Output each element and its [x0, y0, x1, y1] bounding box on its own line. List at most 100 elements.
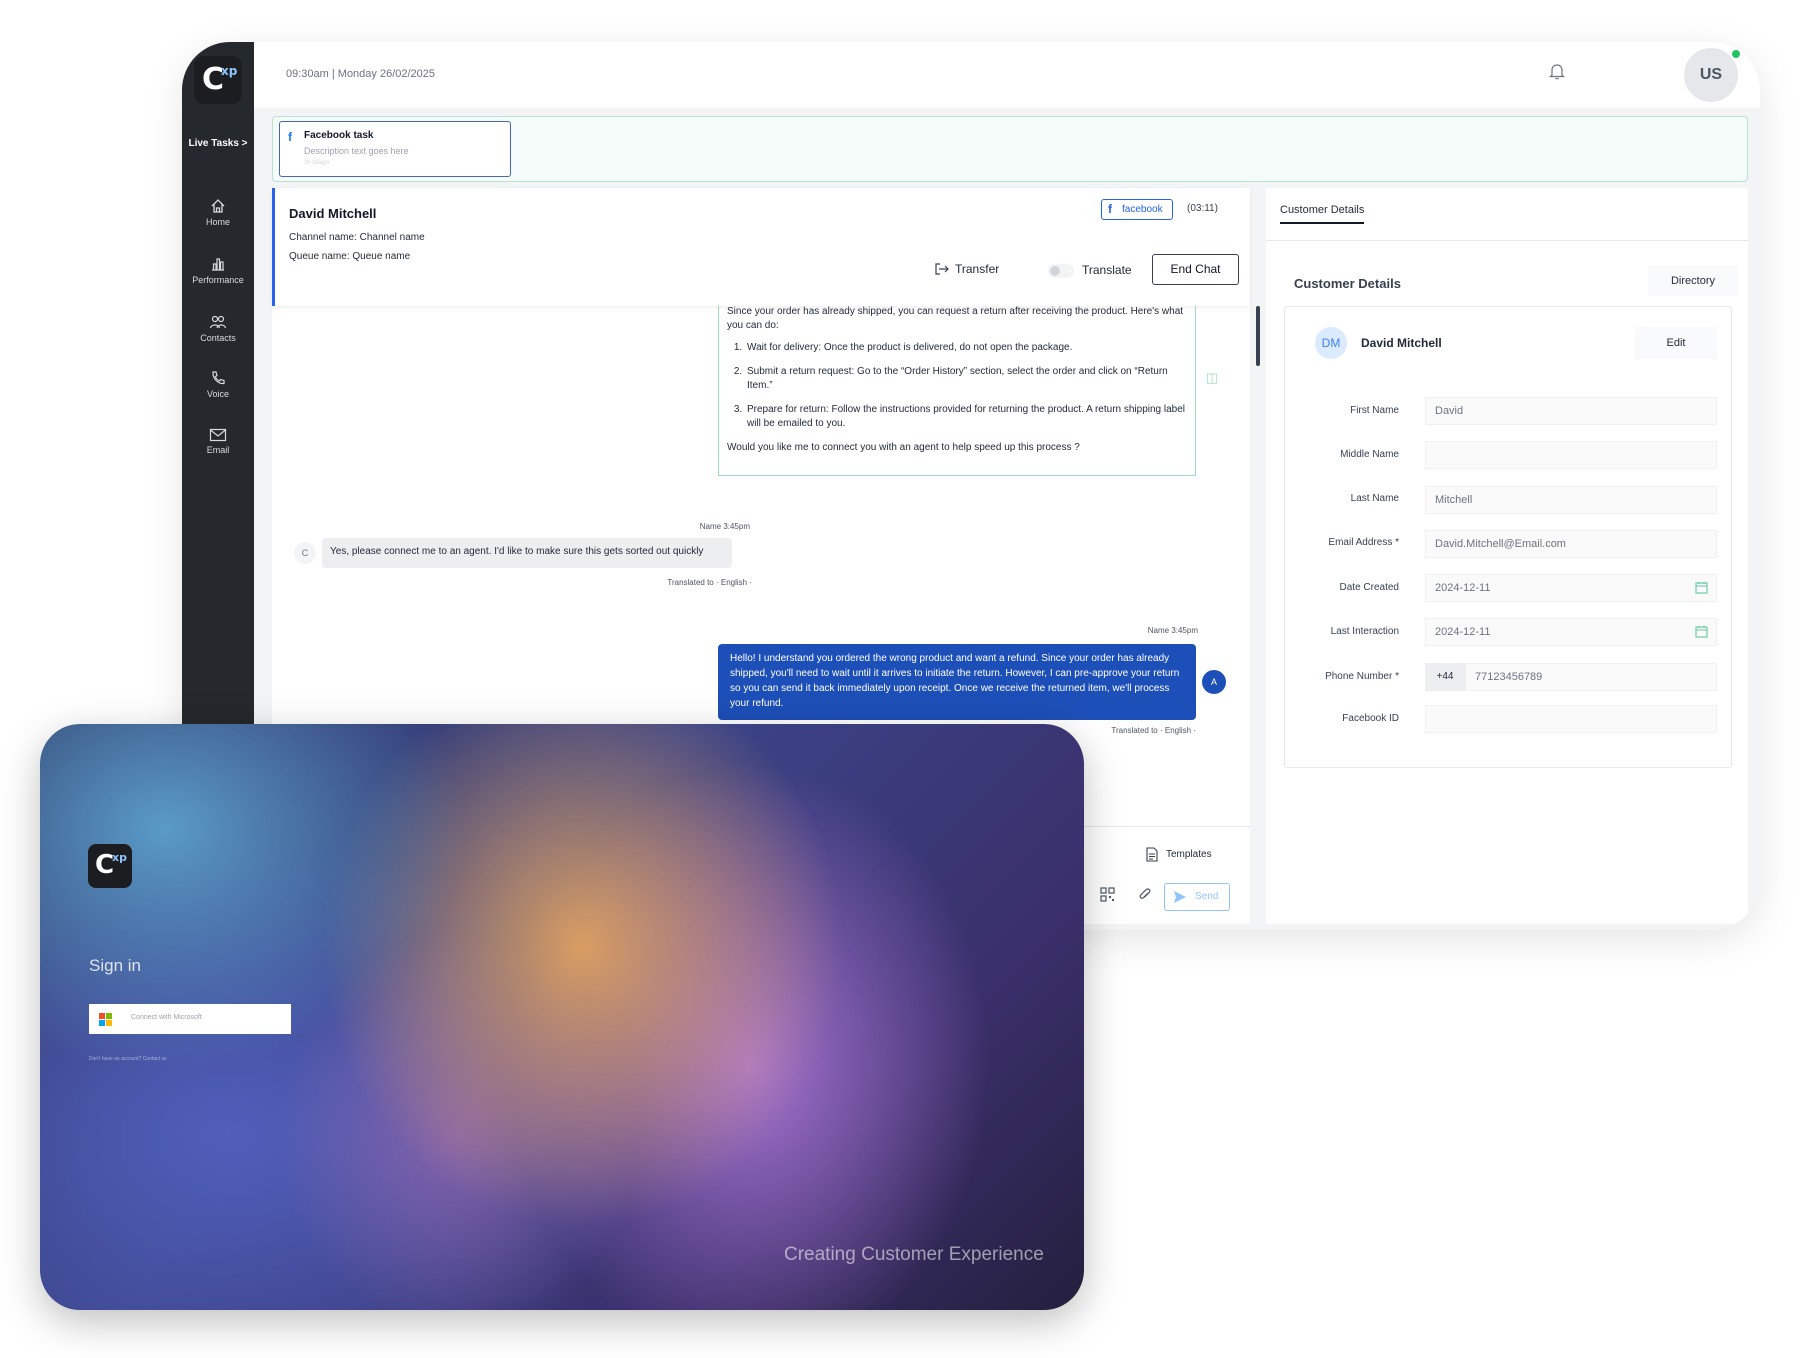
sidebar-item-voice[interactable]: Voice: [182, 370, 254, 399]
queue-name: Queue name: Queue name: [289, 251, 411, 262]
templates-button[interactable]: Templates: [1146, 847, 1212, 862]
bot-intro: Since your order has already shipped, yo…: [727, 306, 1184, 331]
country-code-select[interactable]: +44: [1425, 663, 1465, 691]
agent-message: Hello! I understand you ordered the wron…: [718, 644, 1196, 720]
date-created-field[interactable]: 2024-12-11: [1425, 574, 1717, 602]
chat-timer: (03:11): [1187, 203, 1218, 214]
end-chat-button[interactable]: End Chat: [1152, 254, 1239, 285]
sidebar-item-contacts[interactable]: Contacts: [182, 314, 254, 343]
edit-button[interactable]: Edit: [1635, 327, 1717, 359]
bot-step: Prepare for return: Follow the instructi…: [745, 403, 1187, 431]
section-title: Customer Details: [1294, 276, 1401, 291]
phone-label: Phone Number *: [1325, 671, 1399, 682]
bot-step: Wait for delivery: Once the product is d…: [745, 341, 1187, 355]
transfer-label: Transfer: [955, 262, 1000, 276]
translate-toggle[interactable]: [1048, 264, 1074, 278]
task-description: Description text goes here: [304, 146, 409, 156]
last-name-label: Last Name: [1350, 493, 1399, 504]
bot-steps: Wait for delivery: Once the product is d…: [745, 341, 1187, 431]
mail-icon: [209, 428, 227, 442]
microsoft-button-label: Connect with Microsoft: [131, 1014, 202, 1021]
customer-card-name: David Mitchell: [1361, 336, 1442, 350]
home-icon: [211, 199, 225, 213]
customer-translation-note: Translated to · English ·: [667, 578, 752, 587]
task-card[interactable]: f Facebook task Description text goes he…: [279, 121, 511, 177]
bot-outro: Would you like me to connect you with an…: [727, 442, 1080, 453]
send-icon: [1174, 891, 1186, 903]
send-label: Send: [1195, 891, 1219, 902]
live-tasks-link[interactable]: Live Tasks >: [182, 138, 254, 149]
cxp-logo: Cxp: [88, 844, 132, 888]
directory-button[interactable]: Directory: [1648, 266, 1738, 296]
channel-badge: f facebook: [1101, 199, 1173, 220]
bot-step: Submit a return request: Go to the “Orde…: [745, 365, 1187, 393]
qr-code-icon[interactable]: [1100, 887, 1115, 902]
microsoft-sign-in-button[interactable]: Connect with Microsoft: [89, 1004, 291, 1034]
customer-message: Yes, please connect me to an agent. I'd …: [322, 538, 732, 568]
first-name-label: First Name: [1350, 405, 1399, 416]
facebook-id-field[interactable]: [1425, 705, 1717, 733]
tab-divider: [1266, 240, 1748, 241]
cxp-logo[interactable]: Cxp: [194, 56, 242, 104]
calendar-icon[interactable]: [1695, 625, 1708, 638]
channel-name: Channel name: Channel name: [289, 232, 425, 243]
sidebar-item-home[interactable]: Home: [182, 198, 254, 227]
phone-icon: [212, 371, 225, 385]
tagline: Creating Customer Experience: [784, 1244, 1044, 1265]
current-datetime: 09:30am | Monday 26/02/2025: [286, 68, 436, 80]
customer-avatar: C: [294, 542, 316, 564]
sidebar-item-label: Performance: [192, 275, 244, 285]
bar-chart-icon: [212, 258, 224, 271]
calendar-icon[interactable]: [1695, 581, 1708, 594]
last-name-field[interactable]: Mitchell: [1425, 486, 1717, 514]
last-interaction-field[interactable]: 2024-12-11: [1425, 618, 1717, 646]
tab-customer-details[interactable]: Customer Details: [1280, 204, 1365, 224]
bot-message: Since your order has already shipped, yo…: [718, 306, 1196, 476]
phone-field[interactable]: 77123456789: [1465, 663, 1717, 691]
channel-badge-label: facebook: [1122, 204, 1163, 215]
document-icon: [1146, 847, 1158, 862]
send-button[interactable]: Send: [1164, 883, 1230, 911]
transfer-button[interactable]: Transfer: [935, 262, 1000, 276]
agent-avatar: A: [1202, 670, 1226, 694]
middle-name-label: Middle Name: [1340, 449, 1399, 460]
task-title: Facebook task: [304, 130, 374, 141]
paperclip-icon[interactable]: [1138, 887, 1152, 902]
date-created-value: 2024-12-11: [1435, 582, 1491, 594]
email-label: Email Address *: [1328, 537, 1399, 548]
customer-message-meta: Name 3:45pm: [699, 522, 750, 531]
chat-scrollbar[interactable]: [1256, 306, 1260, 366]
templates-label: Templates: [1166, 849, 1212, 860]
email-field[interactable]: David.Mitchell@Email.com: [1425, 530, 1717, 558]
transfer-icon: [935, 263, 949, 275]
customer-card: DM David Mitchell Edit First Name David …: [1284, 306, 1732, 768]
task-elapsed: 3h 00ago: [304, 160, 330, 166]
sidebar-item-label: Voice: [206, 389, 230, 399]
translate-label: Translate: [1082, 263, 1132, 277]
middle-name-field[interactable]: [1425, 441, 1717, 469]
top-bar: 09:30am | Monday 26/02/2025 US: [254, 42, 1760, 108]
date-created-label: Date Created: [1339, 582, 1399, 593]
facebook-id-label: Facebook ID: [1342, 713, 1399, 724]
last-interaction-value: 2024-12-11: [1435, 626, 1491, 638]
customer-avatar: DM: [1315, 327, 1347, 359]
customer-name: David Mitchell: [289, 206, 377, 221]
facebook-icon: f: [1108, 202, 1112, 216]
facebook-icon: f: [288, 130, 292, 144]
last-interaction-label: Last Interaction: [1330, 626, 1399, 637]
online-status-dot: [1730, 48, 1742, 60]
sidebar-item-label: Home: [205, 217, 230, 227]
live-task-bar: f Facebook task Description text goes he…: [272, 116, 1748, 182]
sidebar-item-performance[interactable]: Performance: [182, 256, 254, 285]
sidebar-item-email[interactable]: Email: [182, 428, 254, 455]
no-account-link[interactable]: Don't have an account? Contact us: [89, 1056, 167, 1062]
bell-icon[interactable]: [1549, 62, 1565, 80]
customer-details-panel: Customer Details Customer Details Direct…: [1266, 188, 1748, 924]
first-name-field[interactable]: David: [1425, 397, 1717, 425]
users-icon: [209, 315, 227, 329]
microsoft-icon: [99, 1013, 113, 1027]
sign-in-title: Sign in: [89, 956, 141, 975]
sidebar-item-label: Contacts: [200, 333, 236, 343]
chat-header: David Mitchell Channel name: Channel nam…: [272, 188, 1250, 306]
sidebar-item-label: Email: [206, 445, 230, 455]
